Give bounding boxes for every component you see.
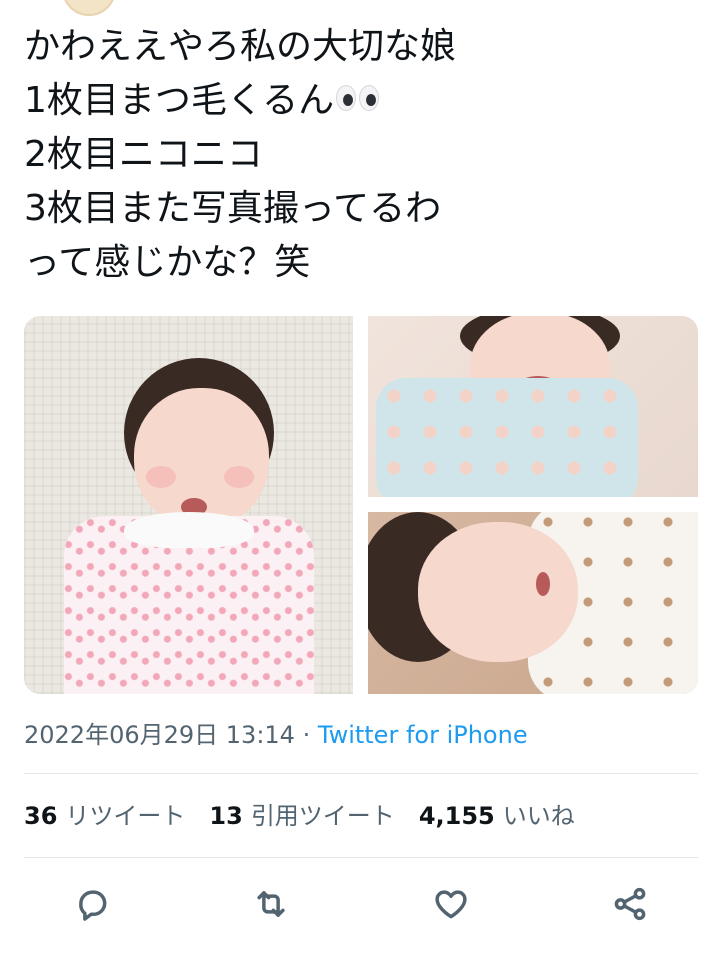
tweet-source-link[interactable]: Twitter for iPhone <box>318 721 528 749</box>
tweet-line: かわええやろ私の大切な娘 <box>24 26 457 67</box>
photo-2[interactable] <box>368 316 698 497</box>
photo-3[interactable] <box>368 512 698 694</box>
retweet-icon <box>257 891 285 917</box>
divider <box>24 773 698 774</box>
heart-icon <box>435 890 467 919</box>
retweets-label: リツイート <box>65 802 186 830</box>
tweet-line-text: 1枚目まつ毛くるん <box>24 80 335 121</box>
tweet-line: 3枚目また写真撮ってるわ <box>24 188 442 229</box>
photo-1[interactable] <box>24 316 353 694</box>
tweet-line: 2枚目ニコニコ <box>24 134 263 175</box>
share-button[interactable] <box>608 878 652 930</box>
avatar[interactable] <box>62 0 116 16</box>
reply-icon <box>79 890 107 921</box>
share-icon <box>614 887 646 921</box>
media-grid <box>24 316 698 694</box>
tweet-meta: 2022年06月29日 13:14 · Twitter for iPhone <box>24 718 528 752</box>
tweet-text: かわええやろ私の大切な娘 1枚目まつ毛くるん 2枚目ニコニコ 3枚目また写真撮っ… <box>24 20 704 290</box>
tweet-line: 1枚目まつ毛くるん <box>24 74 704 128</box>
quotes-label: 引用ツイート <box>250 802 395 830</box>
tweet-stats: 36 リツイート 13 引用ツイート 4,155 いいね <box>24 798 575 834</box>
likes-count: 4,155 <box>418 802 495 830</box>
likes-stat[interactable]: 4,155 いいね <box>419 798 575 834</box>
likes-label: いいね <box>502 802 575 830</box>
retweets-stat[interactable]: 36 リツイート <box>24 798 185 834</box>
reply-button[interactable] <box>70 878 114 930</box>
retweet-button[interactable] <box>249 878 293 930</box>
quotes-count: 13 <box>209 802 243 830</box>
retweets-count: 36 <box>24 802 58 830</box>
meta-separator: · <box>302 721 311 749</box>
tweet-detail: かわええやろ私の大切な娘 1枚目まつ毛くるん 2枚目ニコニコ 3枚目また写真撮っ… <box>0 0 720 958</box>
eyes-emoji-icon <box>336 85 380 111</box>
tweet-line: って感じかな？笑 <box>24 242 311 283</box>
tweet-datetime[interactable]: 2022年06月29日 13:14 <box>24 721 295 749</box>
like-button[interactable] <box>429 878 473 930</box>
quotes-stat[interactable]: 13 引用ツイート <box>209 798 394 834</box>
tweet-actions <box>24 878 698 930</box>
divider <box>24 857 698 858</box>
